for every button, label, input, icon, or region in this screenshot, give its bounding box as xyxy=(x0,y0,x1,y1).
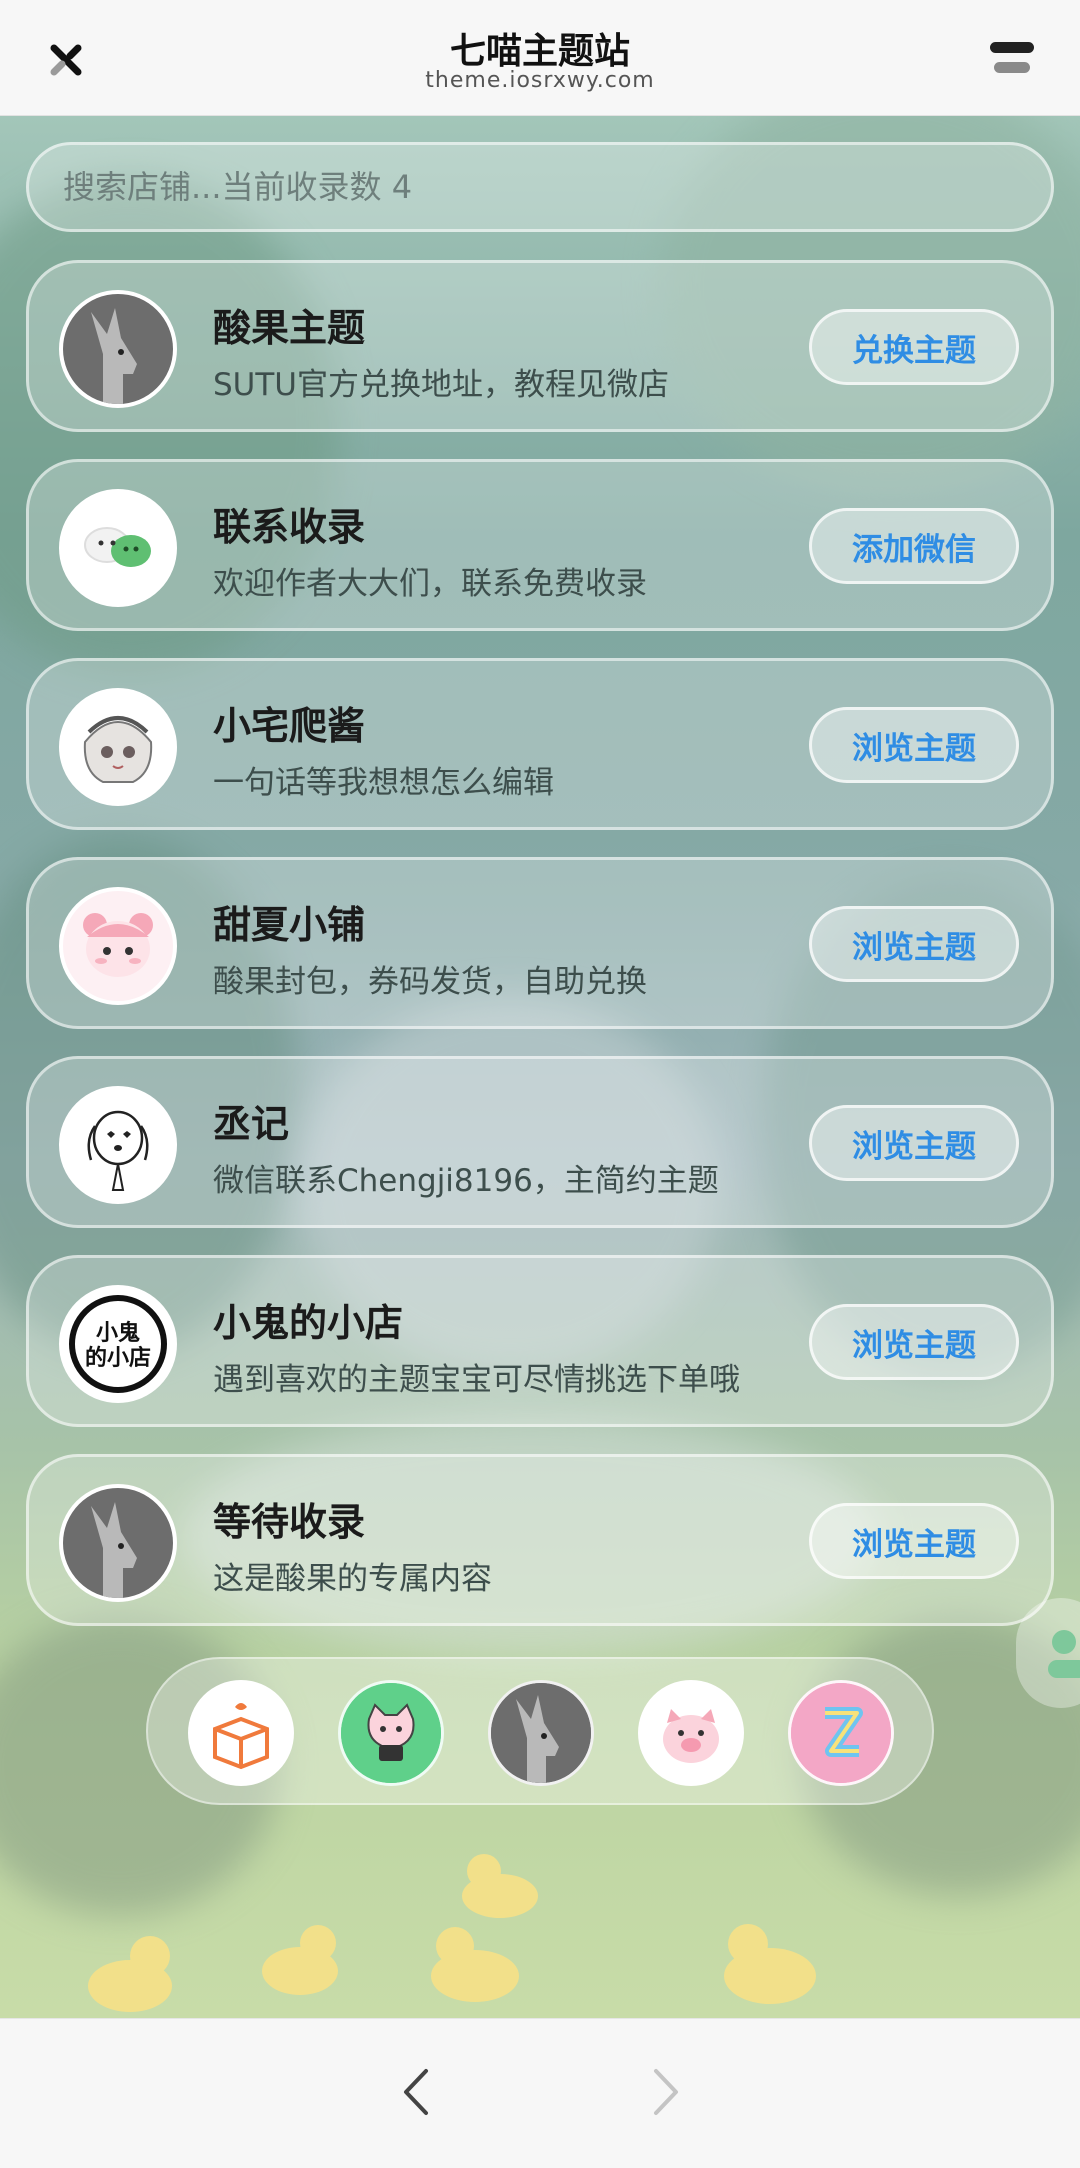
shop-card[interactable]: 联系收录 欢迎作者大大们，联系免费收录 添加微信 xyxy=(26,459,1054,631)
dock-item-cat[interactable] xyxy=(338,1680,444,1786)
pink-pig-icon xyxy=(641,1683,741,1783)
menu-icon xyxy=(990,42,1034,53)
shop-avatar xyxy=(59,887,177,1005)
donkey-avatar-icon xyxy=(63,1488,173,1598)
chevron-right-icon xyxy=(654,2069,678,2115)
forward-button[interactable] xyxy=(640,2065,690,2119)
browser-bottom-bar xyxy=(0,2018,1080,2168)
svg-text:的小店: 的小店 xyxy=(85,1345,151,1371)
shop-name: 联系收录 xyxy=(213,505,366,549)
ducks-decoration xyxy=(88,1854,816,2012)
wechat-bubbles-icon xyxy=(63,493,173,603)
shop-avatar: 小鬼 的小店 xyxy=(59,1285,177,1403)
chevron-left-icon xyxy=(404,2069,428,2115)
svg-text:小鬼: 小鬼 xyxy=(96,1320,140,1346)
redeem-theme-button[interactable]: 兑换主题 xyxy=(809,309,1019,385)
browse-theme-button[interactable]: 浏览主题 xyxy=(809,906,1019,982)
cat-phone-icon xyxy=(341,1683,441,1783)
menu-icon-bar xyxy=(994,62,1030,73)
shop-dock xyxy=(146,1657,934,1805)
shop-card[interactable]: 小宅爬酱 一句话等我想想怎么编辑 浏览主题 xyxy=(26,658,1054,830)
shop-avatar xyxy=(59,1086,177,1204)
gift-box-icon xyxy=(191,1683,291,1783)
shop-name: 甜夏小铺 xyxy=(213,903,366,947)
side-handle[interactable] xyxy=(1016,1598,1080,1708)
menu-button[interactable] xyxy=(990,40,1034,80)
dock-item-gift[interactable] xyxy=(188,1680,294,1786)
browse-theme-button[interactable]: 浏览主题 xyxy=(809,1503,1019,1579)
anime-girl-avatar-icon xyxy=(63,692,173,802)
shop-description: 欢迎作者大大们，联系免费收录 xyxy=(213,566,647,602)
dock-item-pig[interactable] xyxy=(638,1680,744,1786)
add-wechat-button[interactable]: 添加微信 xyxy=(809,508,1019,584)
top-bar: 七喵主题站 theme.iosrxwy.com xyxy=(0,0,1080,116)
browse-theme-button[interactable]: 浏览主题 xyxy=(809,707,1019,783)
dog-sketch-avatar-icon xyxy=(63,1090,173,1200)
shop-avatar xyxy=(59,1484,177,1602)
browse-theme-button[interactable]: 浏览主题 xyxy=(809,1304,1019,1380)
shop-name: 小鬼的小店 xyxy=(213,1301,404,1345)
back-button[interactable] xyxy=(392,2065,442,2119)
shop-description: 一句话等我想想怎么编辑 xyxy=(213,765,554,801)
user-icon xyxy=(1048,1630,1080,1678)
shop-description: SUTU官方兑换地址，教程见微店 xyxy=(213,367,669,403)
browse-theme-button[interactable]: 浏览主题 xyxy=(809,1105,1019,1181)
shop-name: 等待收录 xyxy=(213,1500,366,1544)
donkey-avatar-icon xyxy=(491,1683,591,1783)
shop-card[interactable]: 小鬼 的小店 小鬼的小店 遇到喜欢的主题宝宝可尽情挑选下单哦 浏览主题 xyxy=(26,1255,1054,1427)
pink-bear-avatar-icon xyxy=(63,891,173,1001)
page-url: theme.iosrxwy.com xyxy=(425,68,655,93)
shop-card[interactable]: 丞记 微信联系Chengji8196，主简约主题 浏览主题 xyxy=(26,1056,1054,1228)
shop-avatar xyxy=(59,688,177,806)
search-input[interactable] xyxy=(63,168,963,206)
shop-name: 丞记 xyxy=(213,1102,290,1146)
shop-description: 酸果封包，券码发货，自助兑换 xyxy=(213,964,647,1000)
shop-description: 这是酸果的专属内容 xyxy=(213,1561,492,1597)
ghost-shop-logo-icon: 小鬼 的小店 xyxy=(63,1289,173,1399)
shop-card[interactable]: 甜夏小铺 酸果封包，券码发货，自助兑换 浏览主题 xyxy=(26,857,1054,1029)
shop-description: 遇到喜欢的主题宝宝可尽情挑选下单哦 xyxy=(213,1362,740,1398)
shop-card[interactable]: 酸果主题 SUTU官方兑换地址，教程见微店 兑换主题 xyxy=(26,260,1054,432)
dock-item-z[interactable] xyxy=(788,1680,894,1786)
donkey-avatar-icon xyxy=(63,294,173,404)
shop-avatar xyxy=(59,489,177,607)
shop-name: 小宅爬酱 xyxy=(213,704,366,748)
dock-item-donkey[interactable] xyxy=(488,1680,594,1786)
page-title: 七喵主题站 xyxy=(449,31,630,72)
shop-name: 酸果主题 xyxy=(213,306,366,350)
shop-avatar xyxy=(59,290,177,408)
z-letter-icon xyxy=(791,1683,891,1783)
shop-description: 微信联系Chengji8196，主简约主题 xyxy=(213,1163,719,1199)
shop-card[interactable]: 等待收录 这是酸果的专属内容 浏览主题 xyxy=(26,1454,1054,1626)
search-bar[interactable] xyxy=(26,142,1054,232)
